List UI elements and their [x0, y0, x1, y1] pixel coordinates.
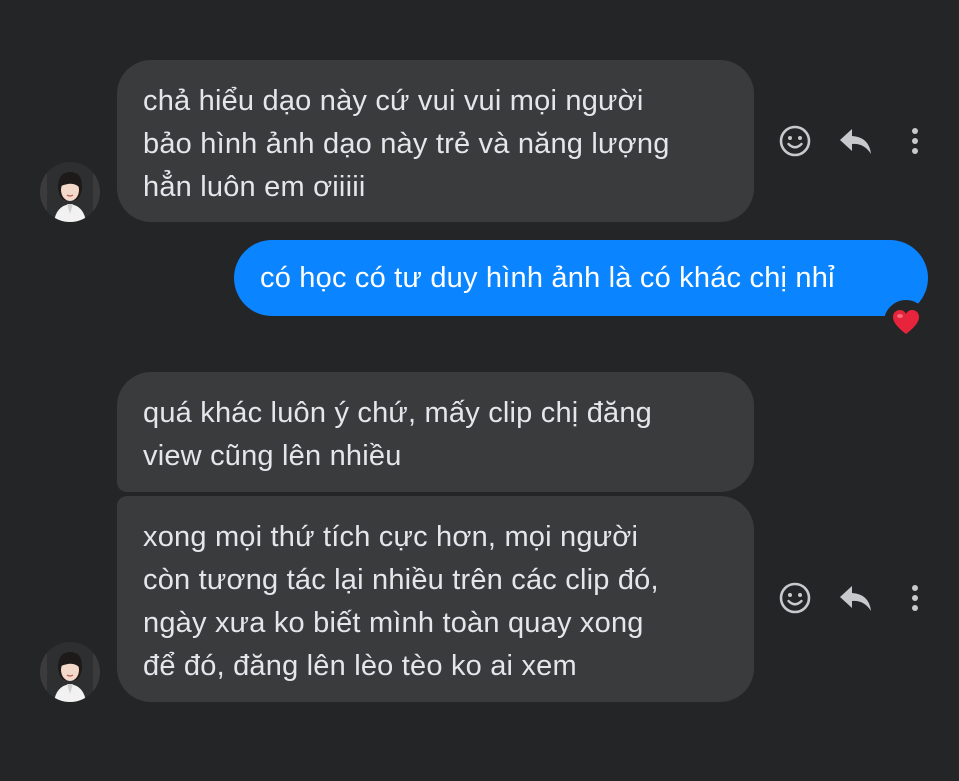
react-button[interactable] — [773, 576, 817, 620]
more-vertical-icon — [912, 128, 918, 154]
react-button[interactable] — [773, 119, 817, 163]
reply-button[interactable] — [834, 119, 878, 163]
reaction-badge[interactable] — [884, 300, 928, 344]
smiley-icon — [779, 582, 811, 614]
reply-arrow-icon — [840, 129, 871, 154]
message-text-line: có học có tư duy hình ảnh là có khác chị… — [260, 262, 835, 294]
reply-button[interactable] — [834, 576, 878, 620]
message-bubble-incoming-1[interactable]: chả hiểu dạo này cứ vui vui mọi người bả… — [117, 60, 754, 222]
message-text-line: chả hiểu dạo này cứ vui vui mọi người — [143, 85, 644, 117]
message-text-line: quá khác luôn ý chứ, mấy clip chị đăng — [143, 397, 653, 429]
message-text-line: còn tương tác lại nhiều trên các clip đó… — [143, 564, 659, 596]
message-text-line: ngày xưa ko biết mình toàn quay xong — [143, 607, 644, 639]
message-bubble-outgoing[interactable]: có học có tư duy hình ảnh là có khác chị… — [234, 240, 928, 316]
more-options-button[interactable] — [893, 576, 937, 620]
more-options-button[interactable] — [893, 119, 937, 163]
message-text-line: xong mọi thứ tích cực hơn, mọi người — [143, 521, 639, 553]
avatar-image — [40, 162, 100, 222]
message-text-line: hẳn luôn em ơiiiii — [143, 171, 366, 203]
smiley-icon — [779, 125, 811, 157]
heart-icon — [893, 310, 919, 334]
message-text-line: bảo hình ảnh dạo này trẻ và năng lượng — [143, 128, 670, 160]
message-bubble-incoming-2[interactable]: quá khác luôn ý chứ, mấy clip chị đăng v… — [117, 372, 754, 492]
avatar-image — [40, 642, 100, 702]
reply-arrow-icon — [840, 586, 871, 611]
more-vertical-icon — [912, 585, 918, 611]
message-bubble-incoming-3[interactable]: xong mọi thứ tích cực hơn, mọi người còn… — [117, 496, 754, 702]
avatar[interactable] — [40, 162, 100, 222]
message-text-line: để đó, đăng lên lèo tèo ko ai xem — [143, 650, 577, 682]
message-text-line: view cũng lên nhiều — [143, 440, 402, 472]
avatar[interactable] — [40, 642, 100, 702]
